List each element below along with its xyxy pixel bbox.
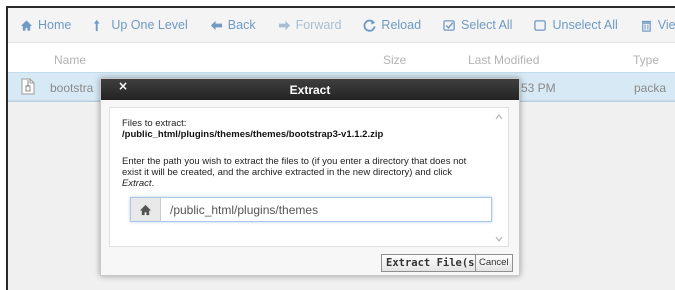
instructions-action: Extract — [122, 178, 152, 189]
empty-box-icon — [534, 19, 547, 31]
dialog-titlebar[interactable]: × Extract — [101, 79, 519, 100]
home-button[interactable]: Home — [20, 18, 71, 32]
forward-button[interactable]: Forward — [278, 18, 342, 32]
instructions-end: . — [151, 178, 155, 189]
scroll-up-icon[interactable] — [495, 114, 503, 120]
view-trash-button[interactable]: View Trash — [640, 18, 675, 32]
extract-instructions: Enter the path you wish to extract the f… — [122, 156, 482, 189]
column-type[interactable]: Type — [633, 53, 659, 67]
forward-label: Forward — [295, 18, 342, 32]
toolbar: Home Up One Level Back Forward Reload Se… — [8, 8, 675, 43]
file-last-modified: 53 PM — [521, 81, 556, 95]
back-button[interactable]: Back — [210, 18, 256, 32]
unselect-all-button[interactable]: Unselect All — [534, 18, 618, 32]
reload-label: Reload — [381, 18, 422, 32]
up-one-level-label: Up One Level — [111, 18, 188, 32]
file-name: bootstra — [50, 81, 94, 95]
arrow-left-icon — [210, 20, 222, 30]
extract-path-input[interactable]: /public_html/plugins/themes — [170, 203, 318, 217]
cancel-button[interactable]: Cancel — [475, 254, 513, 272]
checked-box-icon — [443, 19, 455, 31]
dialog-content: Files to extract: /public_html/plugins/t… — [109, 107, 509, 247]
arrow-up-icon — [94, 19, 100, 31]
home-icon — [20, 19, 33, 31]
scroll-down-icon[interactable] — [495, 236, 503, 242]
extract-files-button[interactable]: Extract File(s) — [381, 254, 486, 272]
up-one-level-button[interactable]: Up One Level — [93, 18, 188, 32]
home-label: Home — [38, 18, 72, 32]
view-trash-label: View Trash — [657, 18, 675, 32]
select-all-label: Select All — [461, 18, 513, 32]
instructions-text: Enter the path you wish to extract the f… — [122, 156, 467, 178]
back-label: Back — [227, 18, 256, 32]
file-manager: Home Up One Level Back Forward Reload Se… — [6, 6, 675, 290]
file-type: packa — [634, 81, 667, 95]
extract-path-field[interactable]: /public_html/plugins/themes — [130, 197, 492, 222]
files-to-extract-label: Files to extract: — [122, 118, 187, 129]
home-icon — [139, 204, 152, 215]
column-name[interactable]: Name — [54, 53, 86, 67]
select-all-button[interactable]: Select All — [443, 18, 512, 32]
trash-icon — [641, 20, 651, 32]
column-last-modified[interactable]: Last Modified — [468, 53, 539, 67]
refresh-icon — [363, 19, 376, 32]
reload-button[interactable]: Reload — [363, 18, 421, 32]
dialog-title: Extract — [289, 83, 331, 97]
input-home-addon — [131, 198, 161, 221]
unselect-all-label: Unselect All — [552, 18, 618, 32]
column-size[interactable]: Size — [383, 53, 406, 67]
zip-file-path: /public_html/plugins/themes/themes/boots… — [122, 129, 384, 140]
arrow-right-icon — [278, 20, 290, 30]
archive-file-icon — [21, 78, 35, 95]
column-header: Name Size Last Modified Type — [8, 43, 675, 73]
extract-dialog: × Extract Files to extract: /public_html… — [100, 78, 520, 276]
